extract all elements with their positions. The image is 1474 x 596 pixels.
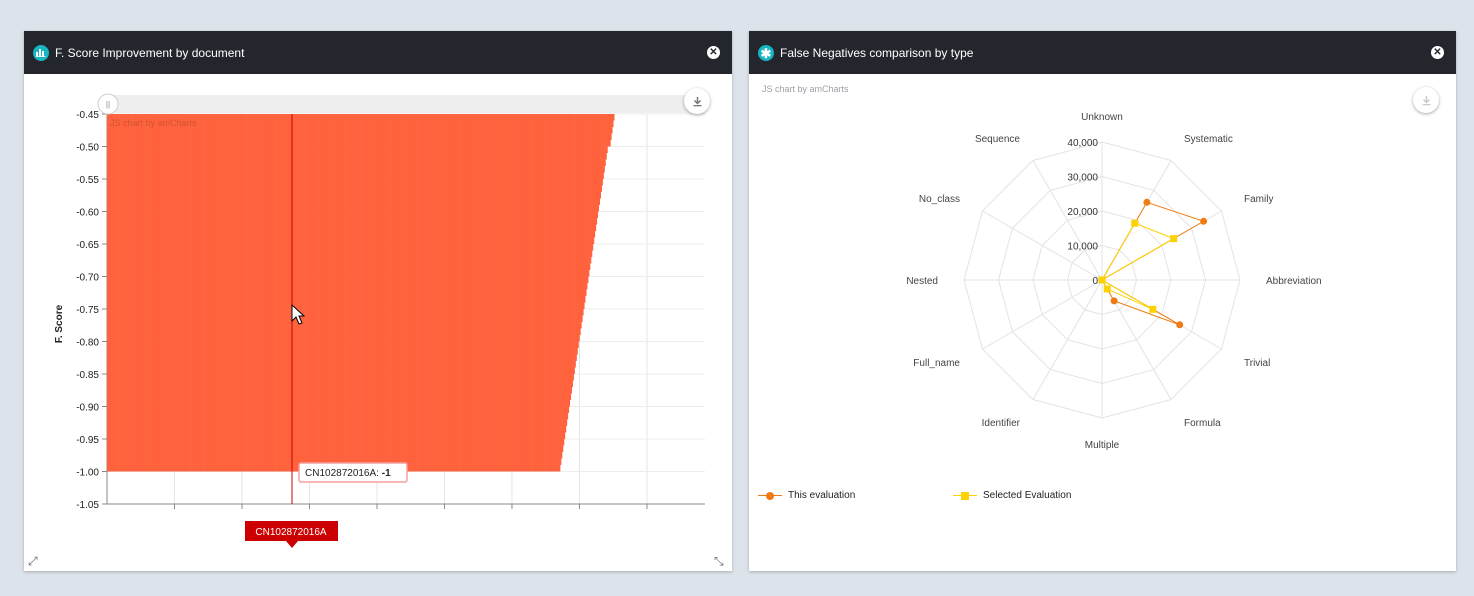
panel-header: F. Score Improvement by document ✕ (24, 31, 732, 74)
category-label: Abbreviation (1266, 276, 1322, 287)
y-tick-label: -0.85 (76, 370, 99, 381)
radar-point (1098, 276, 1106, 284)
legend-label: This evaluation (788, 490, 856, 501)
category-label: No_class (919, 194, 960, 205)
legend-marker (758, 491, 782, 501)
radar-series-line (1100, 222, 1175, 310)
y-tick-label: -0.80 (76, 338, 99, 349)
expand-icon[interactable]: ⤢ (28, 554, 38, 569)
asterisk-icon: ✱ (758, 44, 774, 61)
y-tick-label: -0.55 (76, 175, 99, 186)
radar-point (1170, 235, 1178, 243)
radar-chart[interactable]: JS chart by amCharts 0 10,000 20,000 30,000… (749, 74, 1456, 571)
category-balloon: CN102872016A (245, 521, 338, 548)
legend-label: Selected Evaluation (983, 490, 1072, 501)
y-tick-label: -0.45 (76, 110, 99, 121)
category-label: Formula (1184, 418, 1221, 429)
category-label: Systematic (1184, 134, 1233, 145)
category-label: Trivial (1244, 358, 1270, 369)
y-tick-label: -0.50 (76, 143, 99, 154)
radar-point (1143, 198, 1151, 206)
category-label: Unknown (1081, 112, 1123, 123)
radar-tick-label: 20,000 (1067, 207, 1098, 218)
radar-tick-label: 10,000 (1067, 242, 1098, 253)
category-label: Identifier (982, 418, 1021, 429)
radar-point (1131, 219, 1139, 227)
false-negatives-panel: ✱ False Negatives comparison by type ✕ J… (749, 31, 1456, 571)
close-icon[interactable]: ✕ (1431, 46, 1444, 59)
bar-chart-icon (33, 44, 49, 61)
radar-point (1110, 297, 1118, 305)
category-balloon-label: CN102872016A (255, 527, 326, 538)
category-label: Multiple (1085, 440, 1120, 451)
category-label: Nested (906, 276, 938, 287)
tooltip-value: -1 (382, 468, 391, 479)
fscore-chart[interactable]: -0.45 -0.50 -0.55 -0.60 -0.65 -0.70 -0.75 -0.80… (24, 74, 732, 571)
legend-item-selected-evaluation[interactable]: Selected Evaluation (953, 490, 1071, 501)
y-tick-label: -1.05 (76, 500, 99, 511)
close-icon[interactable]: ✕ (707, 46, 720, 59)
bar (107, 114, 109, 472)
scrollbar-grip-label: || (106, 100, 110, 109)
panel-header: ✱ False Negatives comparison by type ✕ (749, 31, 1456, 74)
download-button[interactable] (684, 88, 710, 114)
y-axis-label: F. Score (54, 304, 65, 343)
resize-handle-icon[interactable]: ⤡ (714, 554, 724, 569)
category-label: Family (1244, 194, 1273, 205)
radar-point (1103, 285, 1111, 293)
y-tick-label: -0.90 (76, 403, 99, 414)
value-tooltip: CN102872016A: -1 (298, 462, 408, 483)
radar-point (1200, 217, 1208, 225)
legend-item-this-evaluation[interactable]: This evaluation (758, 490, 855, 501)
y-tick-label: -0.70 (76, 273, 99, 284)
radar-tick-label: 0 (1092, 276, 1098, 287)
y-tick-label: -0.60 (76, 208, 99, 219)
y-tick-label: -1.00 (76, 468, 99, 479)
panel-title: F. Score Improvement by document (55, 45, 245, 60)
radar-spoke (982, 279, 1103, 350)
chart-scrollbar[interactable] (107, 95, 705, 113)
radar-point (1176, 321, 1184, 329)
y-tick-label: -0.95 (76, 435, 99, 446)
download-icon (693, 96, 701, 106)
tooltip-label: CN102872016A: (305, 468, 379, 479)
category-label: Full_name (913, 358, 960, 369)
radar-tick-label: 40,000 (1067, 138, 1098, 149)
radar-point (1149, 305, 1157, 313)
panel-title: False Negatives comparison by type (780, 45, 974, 60)
radar-tick-label: 30,000 (1067, 173, 1098, 184)
y-tick-label: -0.75 (76, 305, 99, 316)
svg-text:CN102872016A: -1: CN102872016A: -1 (305, 468, 391, 479)
fscore-panel: F. Score Improvement by document ✕ -0.45… (24, 31, 732, 571)
y-tick-label: -0.65 (76, 240, 99, 251)
legend-marker (953, 491, 977, 501)
category-label: Sequence (975, 134, 1020, 145)
chart-credit: JS chart by amCharts (110, 118, 197, 128)
radar-spoke (1032, 279, 1103, 400)
